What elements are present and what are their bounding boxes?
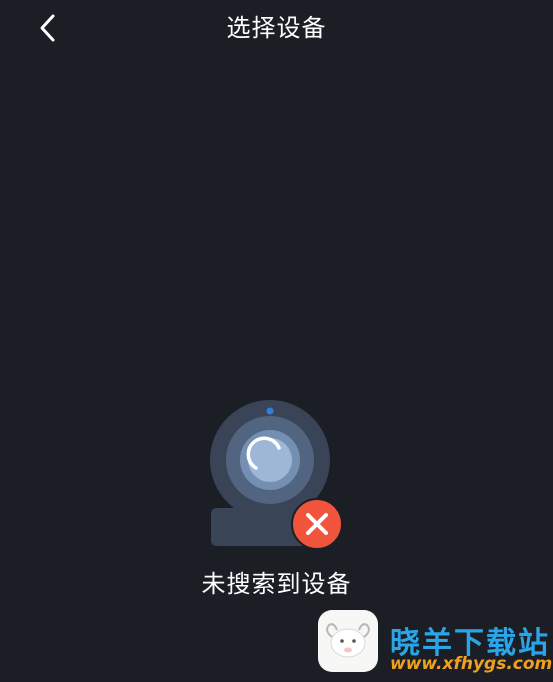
watermark: 晓羊下载站 www.xfhygs.com (318, 608, 553, 676)
webcam-icon (210, 400, 343, 550)
sheep-logo-icon (318, 610, 378, 672)
empty-message: 未搜索到设备 (201, 570, 352, 598)
close-icon (291, 498, 343, 550)
page-title: 选择设备 (226, 14, 327, 42)
device-select-screen: 选择设备 未搜索到设备 晓羊下载站 www.xfhygs.com (0, 0, 553, 682)
watermark-url: www.xfhygs.com (390, 654, 553, 674)
header-bar: 选择设备 (0, 0, 553, 56)
